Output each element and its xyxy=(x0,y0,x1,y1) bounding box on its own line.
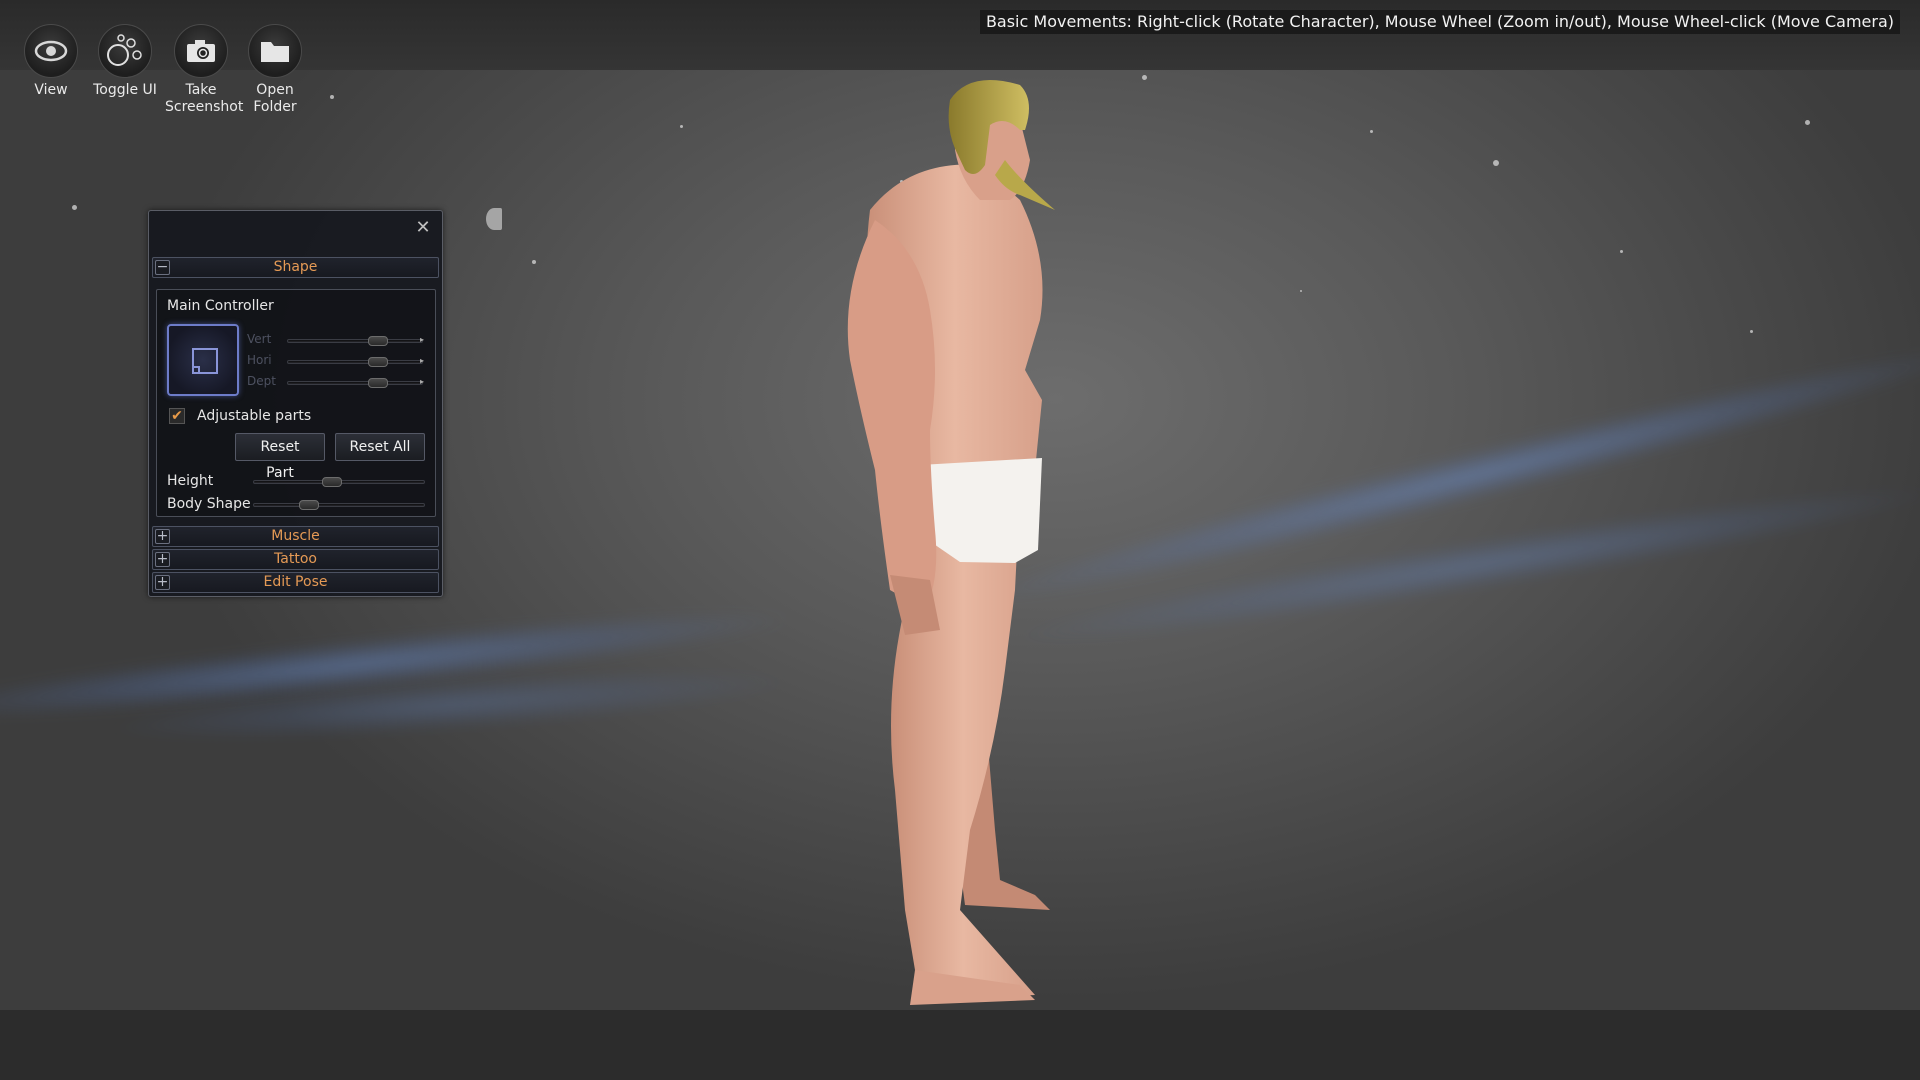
expand-icon[interactable]: + xyxy=(155,529,170,544)
reset-all-button[interactable]: Reset All xyxy=(335,433,425,461)
star xyxy=(1370,130,1373,133)
height-slider-knob[interactable] xyxy=(322,477,342,487)
open-folder-tool[interactable]: Open Folder xyxy=(239,24,311,116)
adjustable-parts-label: Adjustable parts xyxy=(197,408,312,424)
star xyxy=(72,205,77,210)
toggle-ui-tool[interactable]: Toggle UI xyxy=(89,24,161,99)
open-folder-label-2: Folder xyxy=(253,99,297,115)
bottom-bar xyxy=(0,1010,1920,1080)
section-muscle-label: Muscle xyxy=(271,528,320,544)
folder-icon xyxy=(248,24,302,78)
body-shape-slider-knob[interactable] xyxy=(299,500,319,510)
star xyxy=(1300,290,1302,292)
star xyxy=(680,125,683,128)
vert-slider-knob[interactable] xyxy=(368,336,388,346)
expand-icon[interactable]: + xyxy=(155,575,170,590)
close-icon[interactable]: ✕ xyxy=(412,217,434,239)
star xyxy=(330,95,334,99)
controller-small-square-icon xyxy=(192,366,200,374)
slider-arrow-right-icon: ▸ xyxy=(419,377,424,386)
star xyxy=(1805,120,1810,125)
vert-label: Vert xyxy=(247,332,272,346)
expand-icon[interactable]: + xyxy=(155,552,170,567)
game-screen: View Toggle UI Take Screenshot Open Fold… xyxy=(0,0,1920,1080)
section-muscle[interactable]: + Muscle xyxy=(152,526,439,547)
main-controller-pad[interactable] xyxy=(167,324,239,396)
eye-icon xyxy=(24,24,78,78)
slider-arrow-right-icon: ▸ xyxy=(419,356,424,365)
toggle-ui-label: Toggle UI xyxy=(93,82,157,98)
star xyxy=(1750,330,1753,333)
section-tattoo-label: Tattoo xyxy=(274,551,317,567)
dept-slider[interactable]: ▸ xyxy=(287,377,424,388)
height-label: Height xyxy=(167,473,214,489)
camera-icon xyxy=(174,24,228,78)
customization-panel: ✕ − Shape Main Controller Vert ▸ Hori ▸ … xyxy=(148,210,443,597)
hori-label: Hori xyxy=(247,353,272,367)
section-shape-label: Shape xyxy=(273,259,318,275)
section-edit-pose[interactable]: + Edit Pose xyxy=(152,572,439,593)
star xyxy=(532,260,536,264)
star xyxy=(1493,160,1499,166)
bubbles-icon xyxy=(98,24,152,78)
open-folder-label-1: Open xyxy=(256,82,294,98)
character-model[interactable] xyxy=(780,70,1200,1010)
view-tool[interactable]: View xyxy=(15,24,87,99)
main-controller-label: Main Controller xyxy=(167,298,274,314)
shape-section-body: Main Controller Vert ▸ Hori ▸ Dept ▸ ✔ A… xyxy=(156,289,436,517)
section-shape[interactable]: − Shape xyxy=(152,257,439,278)
body-shape-slider[interactable] xyxy=(253,500,425,510)
adjustable-parts-checkbox[interactable]: ✔ xyxy=(169,408,185,424)
take-screenshot-tool[interactable]: Take Screenshot xyxy=(165,24,244,116)
section-edit-pose-label: Edit Pose xyxy=(263,574,328,590)
hori-slider[interactable]: ▸ xyxy=(287,356,424,367)
controls-hint: Basic Movements: Right-click (Rotate Cha… xyxy=(979,10,1900,34)
take-screenshot-label-2: Screenshot xyxy=(165,99,244,115)
take-screenshot-label-1: Take xyxy=(185,82,217,98)
collapse-icon[interactable]: − xyxy=(155,260,170,275)
moon xyxy=(486,208,502,230)
star xyxy=(1620,250,1623,253)
section-tattoo[interactable]: + Tattoo xyxy=(152,549,439,570)
body-shape-label: Body Shape xyxy=(167,496,251,512)
view-label: View xyxy=(34,82,68,98)
dept-label: Dept xyxy=(247,374,276,388)
vert-slider[interactable]: ▸ xyxy=(287,335,424,346)
dept-slider-knob[interactable] xyxy=(368,378,388,388)
hori-slider-knob[interactable] xyxy=(368,357,388,367)
slider-arrow-right-icon: ▸ xyxy=(419,335,424,344)
height-slider[interactable] xyxy=(253,477,425,487)
reset-part-button[interactable]: Reset Part xyxy=(235,433,325,481)
